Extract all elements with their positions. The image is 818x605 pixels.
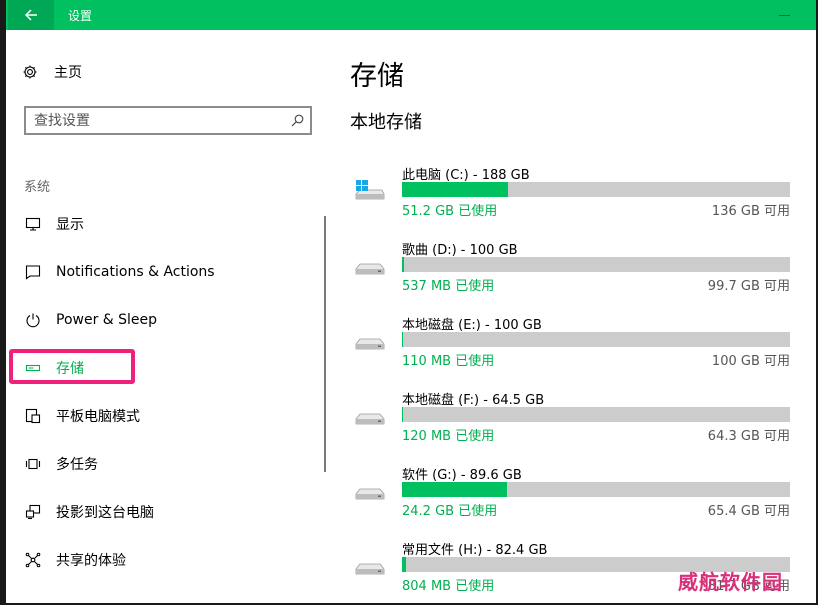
home-label: 主页 [54,65,82,81]
drive-usage-bar [402,332,790,347]
drive-used: 804 MB 已使用 [402,579,495,594]
power-icon [26,313,40,328]
back-button[interactable] [8,0,54,30]
tablet-mode-icon [25,408,41,424]
sidebar-item-display[interactable]: 显示 [24,212,84,236]
drive-used: 51.2 GB 已使用 [402,204,498,219]
drive-icon [355,338,385,350]
sidebar-item-label: 显示 [56,217,84,233]
windows-drive-icon [355,180,385,200]
drive-usage-bar [402,182,790,197]
title-bar: 设置 [6,0,816,30]
sidebar-item-multitasking[interactable]: 多任务 [24,452,98,476]
drive-free: 100 GB 可用 [711,354,790,369]
drive-usage-fill [402,182,508,197]
search-input[interactable] [34,111,274,130]
sidebar-scrollbar[interactable] [324,216,326,472]
search-box[interactable] [24,106,312,135]
multitasking-icon [25,458,41,470]
drive-free: 99.7 GB 可用 [707,279,790,294]
notification-icon [25,265,41,280]
drive-free: 65.4 GB 可用 [707,504,790,519]
main-content: 存储 本地存储 此电脑 (C:) - 188 GB 51.2 GB 已使用 13… [336,30,816,600]
minimize-button[interactable] [778,9,790,21]
section-title-local-storage: 本地存储 [350,112,422,133]
window-title: 设置 [68,9,93,23]
sidebar-item-tablet-mode[interactable]: 平板电脑模式 [24,404,140,428]
drive-free: 136 GB 可用 [711,204,790,219]
drive-name: 歌曲 (D:) - 100 GB [402,243,518,258]
sidebar-item-power[interactable]: Power & Sleep [24,308,157,332]
drive-usage-fill [402,257,404,272]
drive-icon [355,563,385,575]
drive-free: 64.3 GB 可用 [707,429,790,444]
watermark: 威航软件园 [678,570,783,594]
highlight-annotation [9,349,135,384]
drive-item-g[interactable]: 软件 (G:) - 89.6 GB 24.2 GB 已使用 65.4 GB 可用 [350,464,790,524]
sidebar-item-label: Notifications & Actions [56,264,215,280]
sidebar-item-notifications[interactable]: Notifications & Actions [24,260,215,284]
sidebar-item-shared-experience[interactable]: 共享的体验 [24,548,126,572]
drive-item-d[interactable]: 歌曲 (D:) - 100 GB 537 MB 已使用 99.7 GB 可用 [350,239,790,299]
drive-usage-bar [402,257,790,272]
drive-usage-fill [402,557,406,572]
sidebar-item-label: Power & Sleep [56,312,158,328]
drive-used: 24.2 GB 已使用 [402,504,498,519]
drive-usage-fill [402,407,403,422]
drive-item-c[interactable]: 此电脑 (C:) - 188 GB 51.2 GB 已使用 136 GB 可用 [350,164,790,224]
search-icon [291,114,304,127]
section-label-system: 系统 [24,180,51,195]
drive-name: 软件 (G:) - 89.6 GB [402,468,522,483]
monitor-icon [25,217,41,231]
sidebar-item-label: 共享的体验 [56,553,126,569]
drive-item-f[interactable]: 本地磁盘 (F:) - 64.5 GB 120 MB 已使用 64.3 GB 可… [350,389,790,449]
drive-icon [355,413,385,425]
drive-icon [355,488,385,500]
page-title: 存储 [350,61,404,92]
back-arrow-icon [24,9,37,21]
drive-icon [355,263,385,275]
settings-window: 设置 主页 系统 显示 Notifications & Actions [0,0,818,605]
drive-usage-bar [402,482,790,497]
drive-usage-bar [402,407,790,422]
projection-icon [25,504,41,520]
drive-name: 此电脑 (C:) - 188 GB [402,168,530,183]
gear-icon [23,65,37,79]
minimize-icon [778,14,790,16]
drive-name: 本地磁盘 (E:) - 100 GB [402,318,542,333]
sidebar-item-label: 多任务 [56,457,98,473]
sidebar-item-label: 平板电脑模式 [56,409,140,425]
drive-used: 110 MB 已使用 [402,354,495,369]
sidebar: 主页 系统 显示 Notifications & Actions Power &… [6,30,336,600]
shared-experience-icon [25,552,41,568]
drive-usage-fill [402,482,507,497]
drive-used: 537 MB 已使用 [402,279,495,294]
drive-used: 120 MB 已使用 [402,429,495,444]
sidebar-item-projection[interactable]: 投影到这台电脑 [24,500,154,524]
drive-item-e[interactable]: 本地磁盘 (E:) - 100 GB 110 MB 已使用 100 GB 可用 [350,314,790,374]
drive-name: 本地磁盘 (F:) - 64.5 GB [402,393,545,408]
home-link[interactable]: 主页 [22,62,82,82]
drive-name: 常用文件 (H:) - 82.4 GB [402,543,548,558]
sidebar-item-label: 投影到这台电脑 [56,505,154,521]
